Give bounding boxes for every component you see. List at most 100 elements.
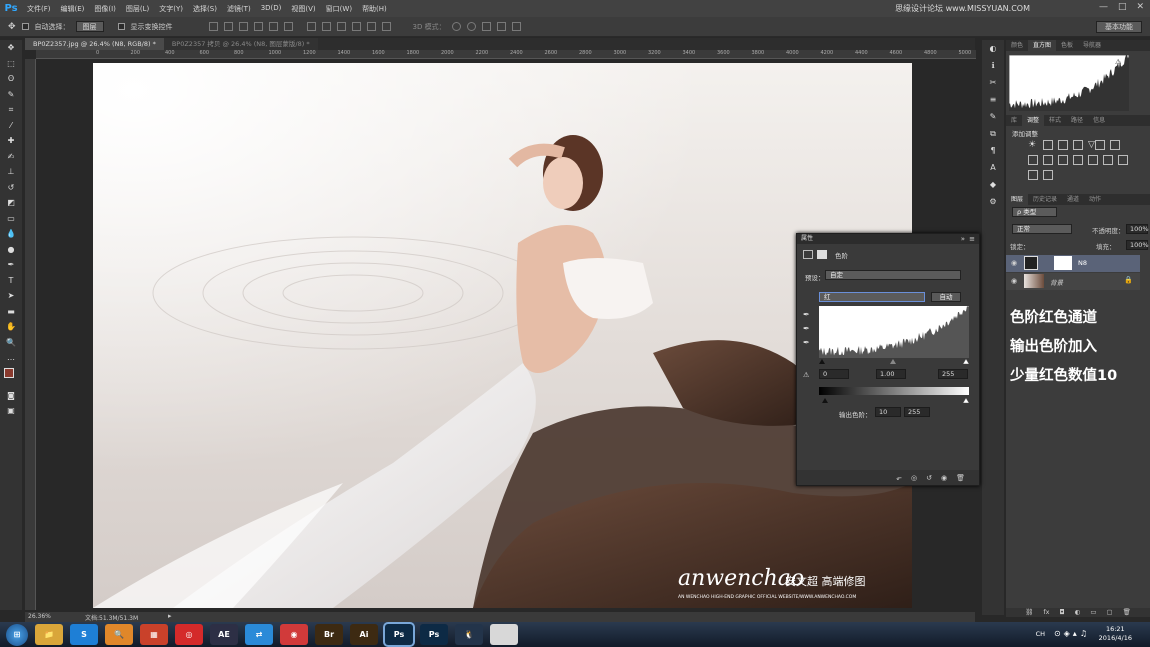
posterize-icon[interactable] bbox=[1103, 155, 1113, 165]
adjust-icon[interactable]: ◐ bbox=[982, 40, 1004, 57]
clip-to-layer-icon[interactable]: ⬐ bbox=[896, 474, 902, 482]
taskbar-transfer-icon[interactable]: ⇄ bbox=[245, 624, 273, 645]
photo-filter-icon[interactable] bbox=[1043, 155, 1053, 165]
panel-menu-icon[interactable]: ≡ bbox=[969, 235, 975, 243]
tab-document-2[interactable]: BP0Z2357 拷贝 @ 26.4% (N8, 图层蒙版/8) * bbox=[163, 38, 318, 50]
marquee-tool-icon[interactable]: ⬚ bbox=[0, 56, 22, 72]
invert-icon[interactable] bbox=[1088, 155, 1098, 165]
eyedropper-tool-icon[interactable]: ⁄ bbox=[0, 118, 22, 134]
distribute-center-icon[interactable] bbox=[321, 22, 331, 31]
menu-item[interactable]: 视图(V) bbox=[286, 4, 320, 14]
taskbar-file-explorer-icon[interactable]: 📁 bbox=[35, 624, 63, 645]
menu-item[interactable]: 帮助(H) bbox=[357, 4, 392, 14]
curves-icon[interactable] bbox=[1058, 140, 1068, 150]
align-left-icon[interactable] bbox=[253, 22, 263, 31]
new-layer-icon[interactable]: ▢ bbox=[1106, 608, 1112, 617]
taskbar-photoshop-active-icon[interactable]: Ps bbox=[385, 624, 413, 645]
input-white-value[interactable]: 255 bbox=[938, 369, 968, 379]
minimize-icon[interactable]: — bbox=[1099, 2, 1108, 12]
gradient-tool-icon[interactable]: ▭ bbox=[0, 211, 22, 227]
tab-document-1[interactable]: BP0Z2357.jpg @ 26.4% (N8, RGB/8) * bbox=[25, 38, 164, 50]
slide3d-icon[interactable] bbox=[496, 22, 506, 31]
white-eyedropper-icon[interactable]: ✒ bbox=[803, 338, 810, 347]
link-icon[interactable]: ⛓ bbox=[1025, 608, 1033, 617]
input-gamma-slider[interactable] bbox=[890, 359, 896, 364]
visibility-icon[interactable]: ◉ bbox=[1011, 259, 1017, 267]
layer-kind-filter[interactable]: ρ 类型 bbox=[1012, 207, 1057, 217]
distribute-bottom-icon[interactable] bbox=[336, 22, 346, 31]
dodge-tool-icon[interactable]: ● bbox=[0, 242, 22, 258]
gradient-map-icon[interactable] bbox=[1028, 170, 1038, 180]
tab-info[interactable]: 信息 bbox=[1088, 115, 1110, 126]
workspace-dropdown[interactable]: 基本功能 bbox=[1096, 21, 1142, 33]
visibility-icon[interactable]: ◉ bbox=[1011, 277, 1017, 285]
menu-item[interactable]: 滤镜(T) bbox=[222, 4, 256, 14]
levels-icon[interactable] bbox=[1043, 140, 1053, 150]
tab-layers[interactable]: 图层 bbox=[1006, 194, 1029, 205]
paragraph-icon[interactable]: ¶ bbox=[982, 142, 1004, 159]
taskbar-bridge-icon[interactable]: Br bbox=[315, 624, 343, 645]
input-language[interactable]: CH bbox=[1036, 630, 1045, 638]
output-white-slider[interactable] bbox=[962, 397, 969, 403]
gray-eyedropper-icon[interactable]: ✒ bbox=[803, 324, 810, 333]
maximize-icon[interactable]: □ bbox=[1118, 2, 1127, 12]
taskbar-qq-icon[interactable]: 🐧 bbox=[455, 624, 483, 645]
history-brush-icon[interactable]: ↺ bbox=[0, 180, 22, 196]
channel-mixer-icon[interactable] bbox=[1058, 155, 1068, 165]
blur-tool-icon[interactable]: 💧 bbox=[0, 226, 22, 242]
info-icon[interactable]: ℹ bbox=[982, 57, 1004, 74]
align-bottom-icon[interactable] bbox=[238, 22, 248, 31]
healing-brush-icon[interactable]: ✚ bbox=[0, 133, 22, 149]
exposure-icon[interactable] bbox=[1073, 140, 1083, 150]
eraser-tool-icon[interactable]: ◩ bbox=[0, 195, 22, 211]
input-black-value[interactable]: 0 bbox=[819, 369, 849, 379]
stamp-tool-icon[interactable]: ⊥ bbox=[0, 164, 22, 180]
tab-channels[interactable]: 通道 bbox=[1062, 194, 1084, 205]
output-black-value[interactable]: 10 bbox=[875, 407, 901, 417]
brush-icon[interactable]: ✎ bbox=[982, 108, 1004, 125]
menu-item[interactable]: 选择(S) bbox=[188, 4, 222, 14]
status-arrow-icon[interactable]: ▸ bbox=[168, 612, 172, 620]
taskbar-camera-icon[interactable]: ◉ bbox=[280, 624, 308, 645]
move-tool-icon[interactable]: ✥ bbox=[0, 40, 22, 56]
fill-input[interactable]: 100% bbox=[1126, 240, 1149, 250]
distribute-hcenter-icon[interactable] bbox=[366, 22, 376, 31]
character-icon[interactable]: A bbox=[982, 159, 1004, 176]
taskbar-netease-music-icon[interactable]: ◎ bbox=[175, 624, 203, 645]
trash-icon[interactable]: 🗑 bbox=[956, 474, 965, 482]
tab-history[interactable]: 历史记录 bbox=[1028, 194, 1062, 205]
zoom-level[interactable]: 26.36% bbox=[28, 613, 51, 620]
auto-button[interactable]: 自动 bbox=[931, 292, 961, 302]
drag3d-icon[interactable] bbox=[481, 22, 491, 31]
auto-select-checkbox[interactable] bbox=[21, 23, 29, 30]
taskbar-office-icon[interactable]: ▦ bbox=[140, 624, 168, 645]
more-tools-icon[interactable]: … bbox=[0, 350, 22, 366]
tab-swatches[interactable]: 色板 bbox=[1056, 40, 1078, 51]
menu-item[interactable]: 文件(F) bbox=[22, 4, 56, 14]
output-white-value[interactable]: 255 bbox=[904, 407, 930, 417]
align-top-icon[interactable] bbox=[208, 22, 218, 31]
tray-icons[interactable]: ⊙◈▴♫ bbox=[1054, 629, 1090, 638]
scale3d-icon[interactable] bbox=[511, 22, 521, 31]
tab-paths[interactable]: 路径 bbox=[1066, 115, 1088, 126]
roll3d-icon[interactable] bbox=[466, 22, 476, 31]
foreground-color[interactable] bbox=[4, 367, 14, 378]
fx-icon[interactable]: fx bbox=[1043, 608, 1049, 617]
output-black-slider[interactable] bbox=[822, 398, 828, 403]
rotate3d-icon[interactable] bbox=[451, 22, 461, 31]
selective-color-icon[interactable] bbox=[1043, 170, 1053, 180]
channel-dropdown[interactable]: 红 bbox=[819, 292, 925, 302]
color-balance-icon[interactable] bbox=[1110, 140, 1120, 150]
collapse-icon[interactable]: » bbox=[961, 235, 965, 243]
preset-dropdown[interactable]: 自定 bbox=[825, 270, 961, 280]
align-vcenter-icon[interactable] bbox=[223, 22, 233, 31]
layer-row[interactable]: ◉ N8 bbox=[1006, 255, 1140, 272]
input-gamma-value[interactable]: 1.00 bbox=[876, 369, 906, 379]
threshold-icon[interactable] bbox=[1118, 155, 1128, 165]
mask-icon[interactable] bbox=[817, 250, 827, 259]
input-white-slider[interactable] bbox=[962, 358, 969, 364]
blend-mode-dropdown[interactable]: 正常 bbox=[1012, 224, 1072, 234]
tab-styles[interactable]: 样式 bbox=[1044, 115, 1066, 126]
close-icon[interactable]: ✕ bbox=[1136, 2, 1144, 12]
hand-tool-icon[interactable]: ✋ bbox=[0, 319, 22, 335]
